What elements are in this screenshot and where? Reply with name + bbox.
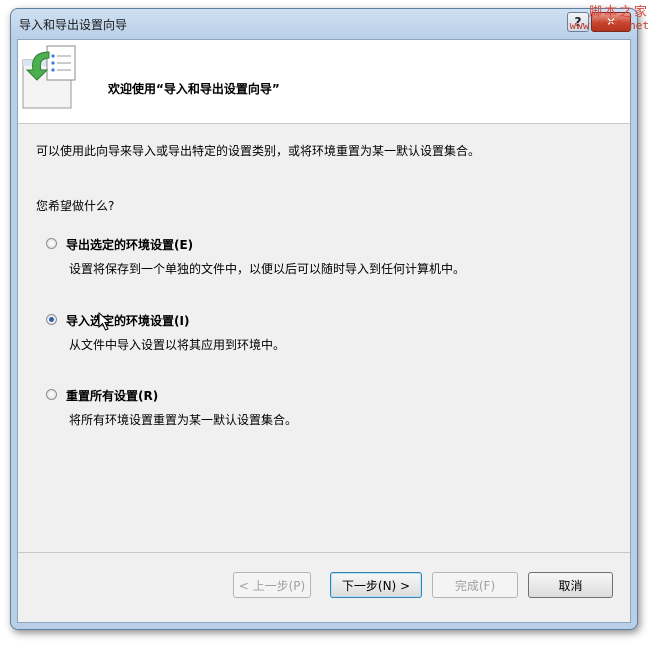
finish-button[interactable]: 完成(F) — [432, 572, 518, 598]
wizard-description: 可以使用此向导来导入或导出特定的设置类别，或将环境重置为某一默认设置集合。 — [36, 144, 481, 158]
option-export-description: 设置将保存到一个单独的文件中，以便以后可以随时导入到任何计算机中。 — [69, 262, 466, 276]
title-bar[interactable]: 导入和导出设置向导 ? ✕ — [11, 9, 637, 39]
watermark: 脚本之家 www.jb51.net — [570, 6, 649, 32]
mouse-pointer-icon — [98, 312, 112, 331]
window-title: 导入和导出设置向导 — [19, 18, 128, 32]
button-separator — [18, 552, 630, 553]
option-reset-description: 将所有环境设置重置为某一默认设置集合。 — [69, 413, 298, 427]
radio-import[interactable] — [46, 314, 57, 325]
option-import-label[interactable]: 导入选定的环境设置(I) — [66, 312, 189, 329]
next-button[interactable]: 下一步(N) > — [330, 572, 422, 598]
header-title: 欢迎使用“导入和导出设置向导” — [108, 82, 280, 96]
import-export-wizard-icon — [22, 45, 76, 109]
cancel-button[interactable]: 取消 — [528, 572, 613, 598]
question-text: 您希望做什么? — [36, 199, 115, 213]
radio-export[interactable] — [46, 238, 57, 249]
option-reset-label[interactable]: 重置所有设置(R) — [66, 387, 158, 404]
wizard-header: 欢迎使用“导入和导出设置向导” — [18, 40, 630, 124]
option-export-label[interactable]: 导出选定的环境设置(E) — [66, 236, 193, 253]
watermark-title: 脚本之家 — [588, 5, 649, 20]
radio-reset[interactable] — [46, 389, 57, 400]
back-button[interactable]: < 上一步(P) — [233, 572, 311, 598]
option-import-description: 从文件中导入设置以将其应用到环境中。 — [69, 338, 286, 352]
watermark-url: www.jb51.net — [569, 19, 649, 32]
